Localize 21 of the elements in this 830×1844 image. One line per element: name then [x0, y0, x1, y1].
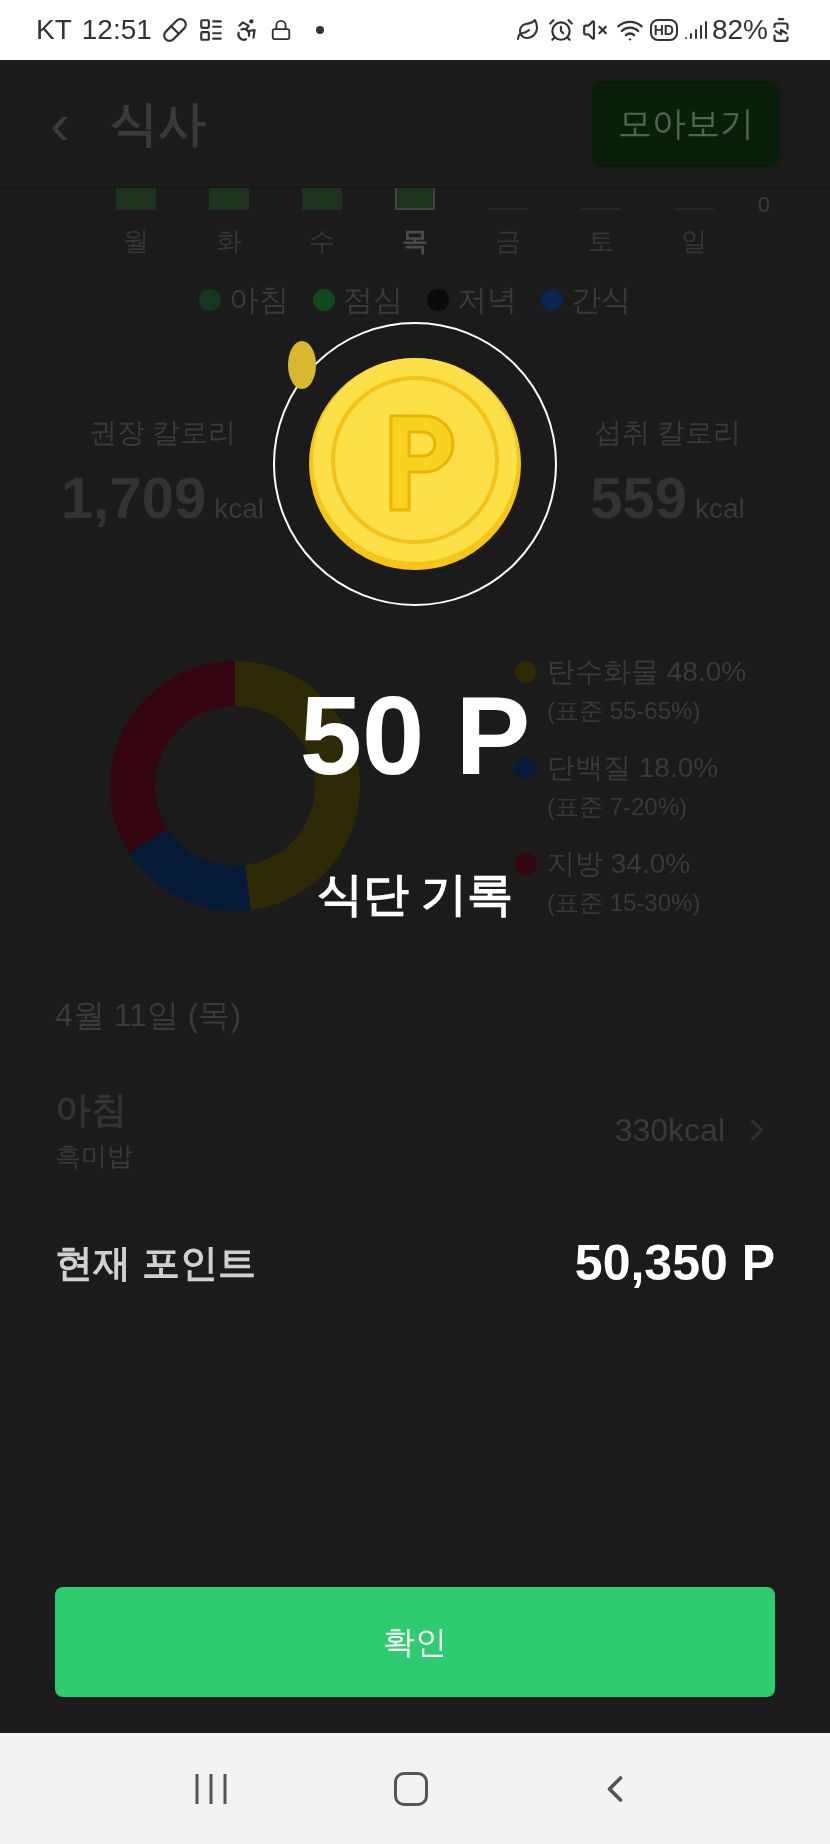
home-icon[interactable]: [394, 1771, 428, 1806]
small-coin-icon: [287, 340, 317, 390]
reward-points: 50 P: [299, 680, 531, 792]
reward-reason: 식단 기록: [316, 867, 514, 922]
confirm-button[interactable]: 확인: [55, 1587, 775, 1697]
mute-icon: [581, 17, 608, 43]
back-button[interactable]: ‹: [50, 93, 70, 154]
pill-icon: [161, 17, 188, 43]
lock-icon: [269, 19, 292, 41]
clock: 12:51: [81, 13, 152, 47]
view-all-button[interactable]: 모아보기: [592, 80, 780, 167]
signal-icon: [683, 18, 708, 42]
current-points-label: 현재 포인트: [55, 1241, 256, 1286]
current-points-value: 50,350 P: [574, 1234, 775, 1293]
leaf-icon: [515, 18, 540, 42]
hd-badge: HD: [649, 19, 678, 41]
alarm-icon: [547, 17, 574, 43]
coin-icon: [307, 356, 523, 572]
carrier: KT: [36, 13, 72, 47]
list-icon: [197, 17, 224, 43]
battery-level: 82%: [711, 13, 768, 47]
